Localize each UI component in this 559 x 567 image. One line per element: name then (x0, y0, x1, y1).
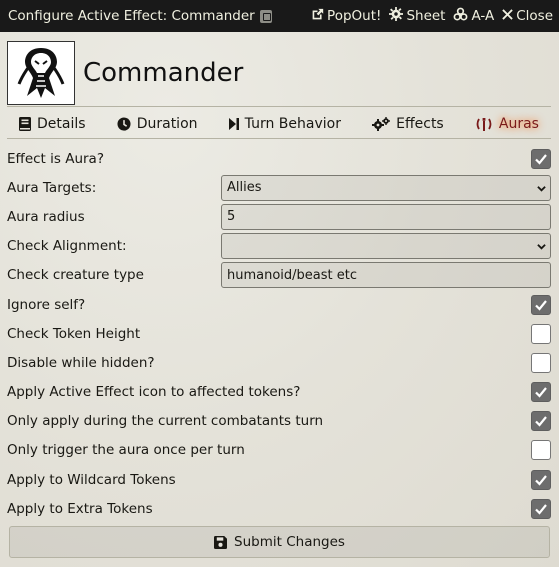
active-auras-label: A-A (471, 8, 495, 24)
gear-icon (389, 7, 404, 25)
tab-effects-label: Effects (396, 115, 444, 132)
ignore-self-row: Ignore self? (7, 290, 551, 319)
apply-icon-row: Apply Active Effect icon to affected tok… (7, 378, 551, 407)
sheet-label: Sheet (406, 8, 446, 24)
disable-while-hidden-checkbox[interactable] (531, 352, 551, 373)
tab-details-label: Details (37, 115, 86, 132)
checkmark-icon (535, 153, 547, 165)
tab-duration[interactable]: Duration (117, 116, 198, 132)
aura-targets-label: Aura Targets: (7, 179, 97, 196)
trigger-once-label: Only trigger the aura once per turn (7, 442, 245, 459)
apply-icon-label: Apply Active Effect icon to affected tok… (7, 384, 301, 401)
check-creature-type-placeholder: humanoid/beast etc (227, 267, 358, 283)
broadcast-icon (475, 117, 493, 131)
window-title: Configure Active Effect: Commander (8, 8, 303, 24)
tab-details[interactable]: Details (19, 116, 86, 132)
disable-while-hidden-row: Disable while hidden? (7, 348, 551, 377)
apply-icon-checkbox[interactable] (531, 382, 551, 403)
checkmark-icon (535, 504, 547, 515)
disable-while-hidden-label: Disable while hidden? (7, 354, 155, 371)
window-title-text: Configure Active Effect: Commander (8, 8, 255, 24)
aura-targets-select[interactable]: Allies (221, 174, 551, 201)
tab-effects[interactable]: Effects (372, 116, 444, 132)
close-button[interactable]: Close (502, 8, 553, 24)
extra-tokens-row: Apply to Extra Tokens (7, 494, 551, 523)
effect-name[interactable]: Commander (83, 58, 243, 88)
window-header[interactable]: Configure Active Effect: Commander PopOu… (0, 0, 559, 32)
check-token-height-label: Check Token Height (7, 325, 141, 342)
save-icon (214, 535, 228, 549)
extra-tokens-label: Apply to Extra Tokens (7, 500, 153, 517)
check-token-height-row: Check Token Height (7, 319, 551, 348)
checkmark-icon (535, 474, 547, 486)
tab-auras[interactable]: Auras (475, 116, 539, 132)
checkmark-icon (535, 387, 547, 398)
aura-radius-value: 5 (227, 209, 236, 225)
active-effect-config-window: Configure Active Effect: Commander PopOu… (0, 0, 559, 567)
aura-radius-input[interactable]: 5 (221, 203, 551, 230)
only-combatants-turn-row: Only apply during the current combatants… (7, 407, 551, 436)
tab-turn-behavior[interactable]: Turn Behavior (228, 115, 341, 132)
tab-duration-label: Duration (136, 115, 198, 132)
aura-radius-row: Aura radius 5 (7, 202, 551, 231)
checkmark-icon (535, 299, 547, 311)
cobra-emblem-icon (17, 47, 65, 98)
extra-tokens-checkbox[interactable] (531, 498, 551, 519)
check-token-height-checkbox[interactable] (531, 323, 551, 344)
effect-profile: Commander (7, 39, 551, 107)
submit-changes-label: Submit Changes (234, 534, 345, 550)
check-alignment-label: Check Alignment: (7, 238, 127, 255)
close-icon (502, 8, 513, 24)
check-alignment-row: Check Alignment: (7, 232, 551, 261)
tab-auras-label: Auras (498, 115, 539, 132)
wildcard-tokens-label: Apply to Wildcard Tokens (7, 471, 176, 488)
aura-settings-form: Effect is Aura? Aura Targets: Allies Aur… (7, 144, 551, 523)
ignore-self-checkbox[interactable] (531, 294, 551, 315)
check-creature-type-input[interactable]: humanoid/beast etc (221, 262, 551, 289)
biohazard-icon (453, 7, 468, 26)
aura-radius-label: Aura radius (7, 208, 85, 225)
wildcard-tokens-checkbox[interactable] (531, 469, 551, 490)
sheet-button[interactable]: Sheet (389, 7, 445, 25)
only-combatants-turn-checkbox[interactable] (531, 411, 551, 432)
trigger-once-checkbox[interactable] (531, 440, 551, 461)
check-creature-type-label: Check creature type (7, 267, 144, 284)
only-combatants-turn-label: Only apply during the current combatants… (7, 413, 324, 430)
popout-button[interactable]: PopOut! (311, 8, 381, 25)
aura-targets-value: Allies (227, 180, 262, 196)
tab-turn-behavior-label: Turn Behavior (244, 115, 341, 132)
external-link-icon (311, 8, 324, 25)
chevron-down-icon (537, 244, 546, 250)
clock-icon (117, 116, 131, 131)
config-tabs: Details Duration Turn Behavior Effects A… (7, 109, 551, 139)
step-forward-icon (228, 117, 239, 130)
effect-is-aura-checkbox[interactable] (531, 148, 551, 169)
submit-changes-button[interactable]: Submit Changes (9, 526, 550, 558)
active-auras-button[interactable]: A-A (453, 7, 494, 26)
book-icon (19, 116, 31, 131)
chevron-down-icon (537, 185, 546, 192)
effect-is-aura-label: Effect is Aura? (7, 150, 104, 167)
aura-targets-row: Aura Targets: Allies (7, 173, 551, 202)
close-label: Close (516, 8, 553, 24)
check-creature-type-row: Check creature type humanoid/beast etc (7, 261, 551, 290)
popout-label: PopOut! (327, 8, 382, 24)
trigger-once-row: Only trigger the aura once per turn (7, 436, 551, 465)
check-alignment-select[interactable] (221, 233, 551, 260)
document-id-icon[interactable] (259, 9, 272, 23)
checkmark-icon (535, 416, 547, 427)
wildcard-tokens-row: Apply to Wildcard Tokens (7, 465, 551, 494)
effect-image[interactable] (7, 40, 75, 105)
cogs-icon (372, 116, 391, 131)
effect-is-aura-row: Effect is Aura? (7, 144, 551, 173)
ignore-self-label: Ignore self? (7, 296, 86, 313)
